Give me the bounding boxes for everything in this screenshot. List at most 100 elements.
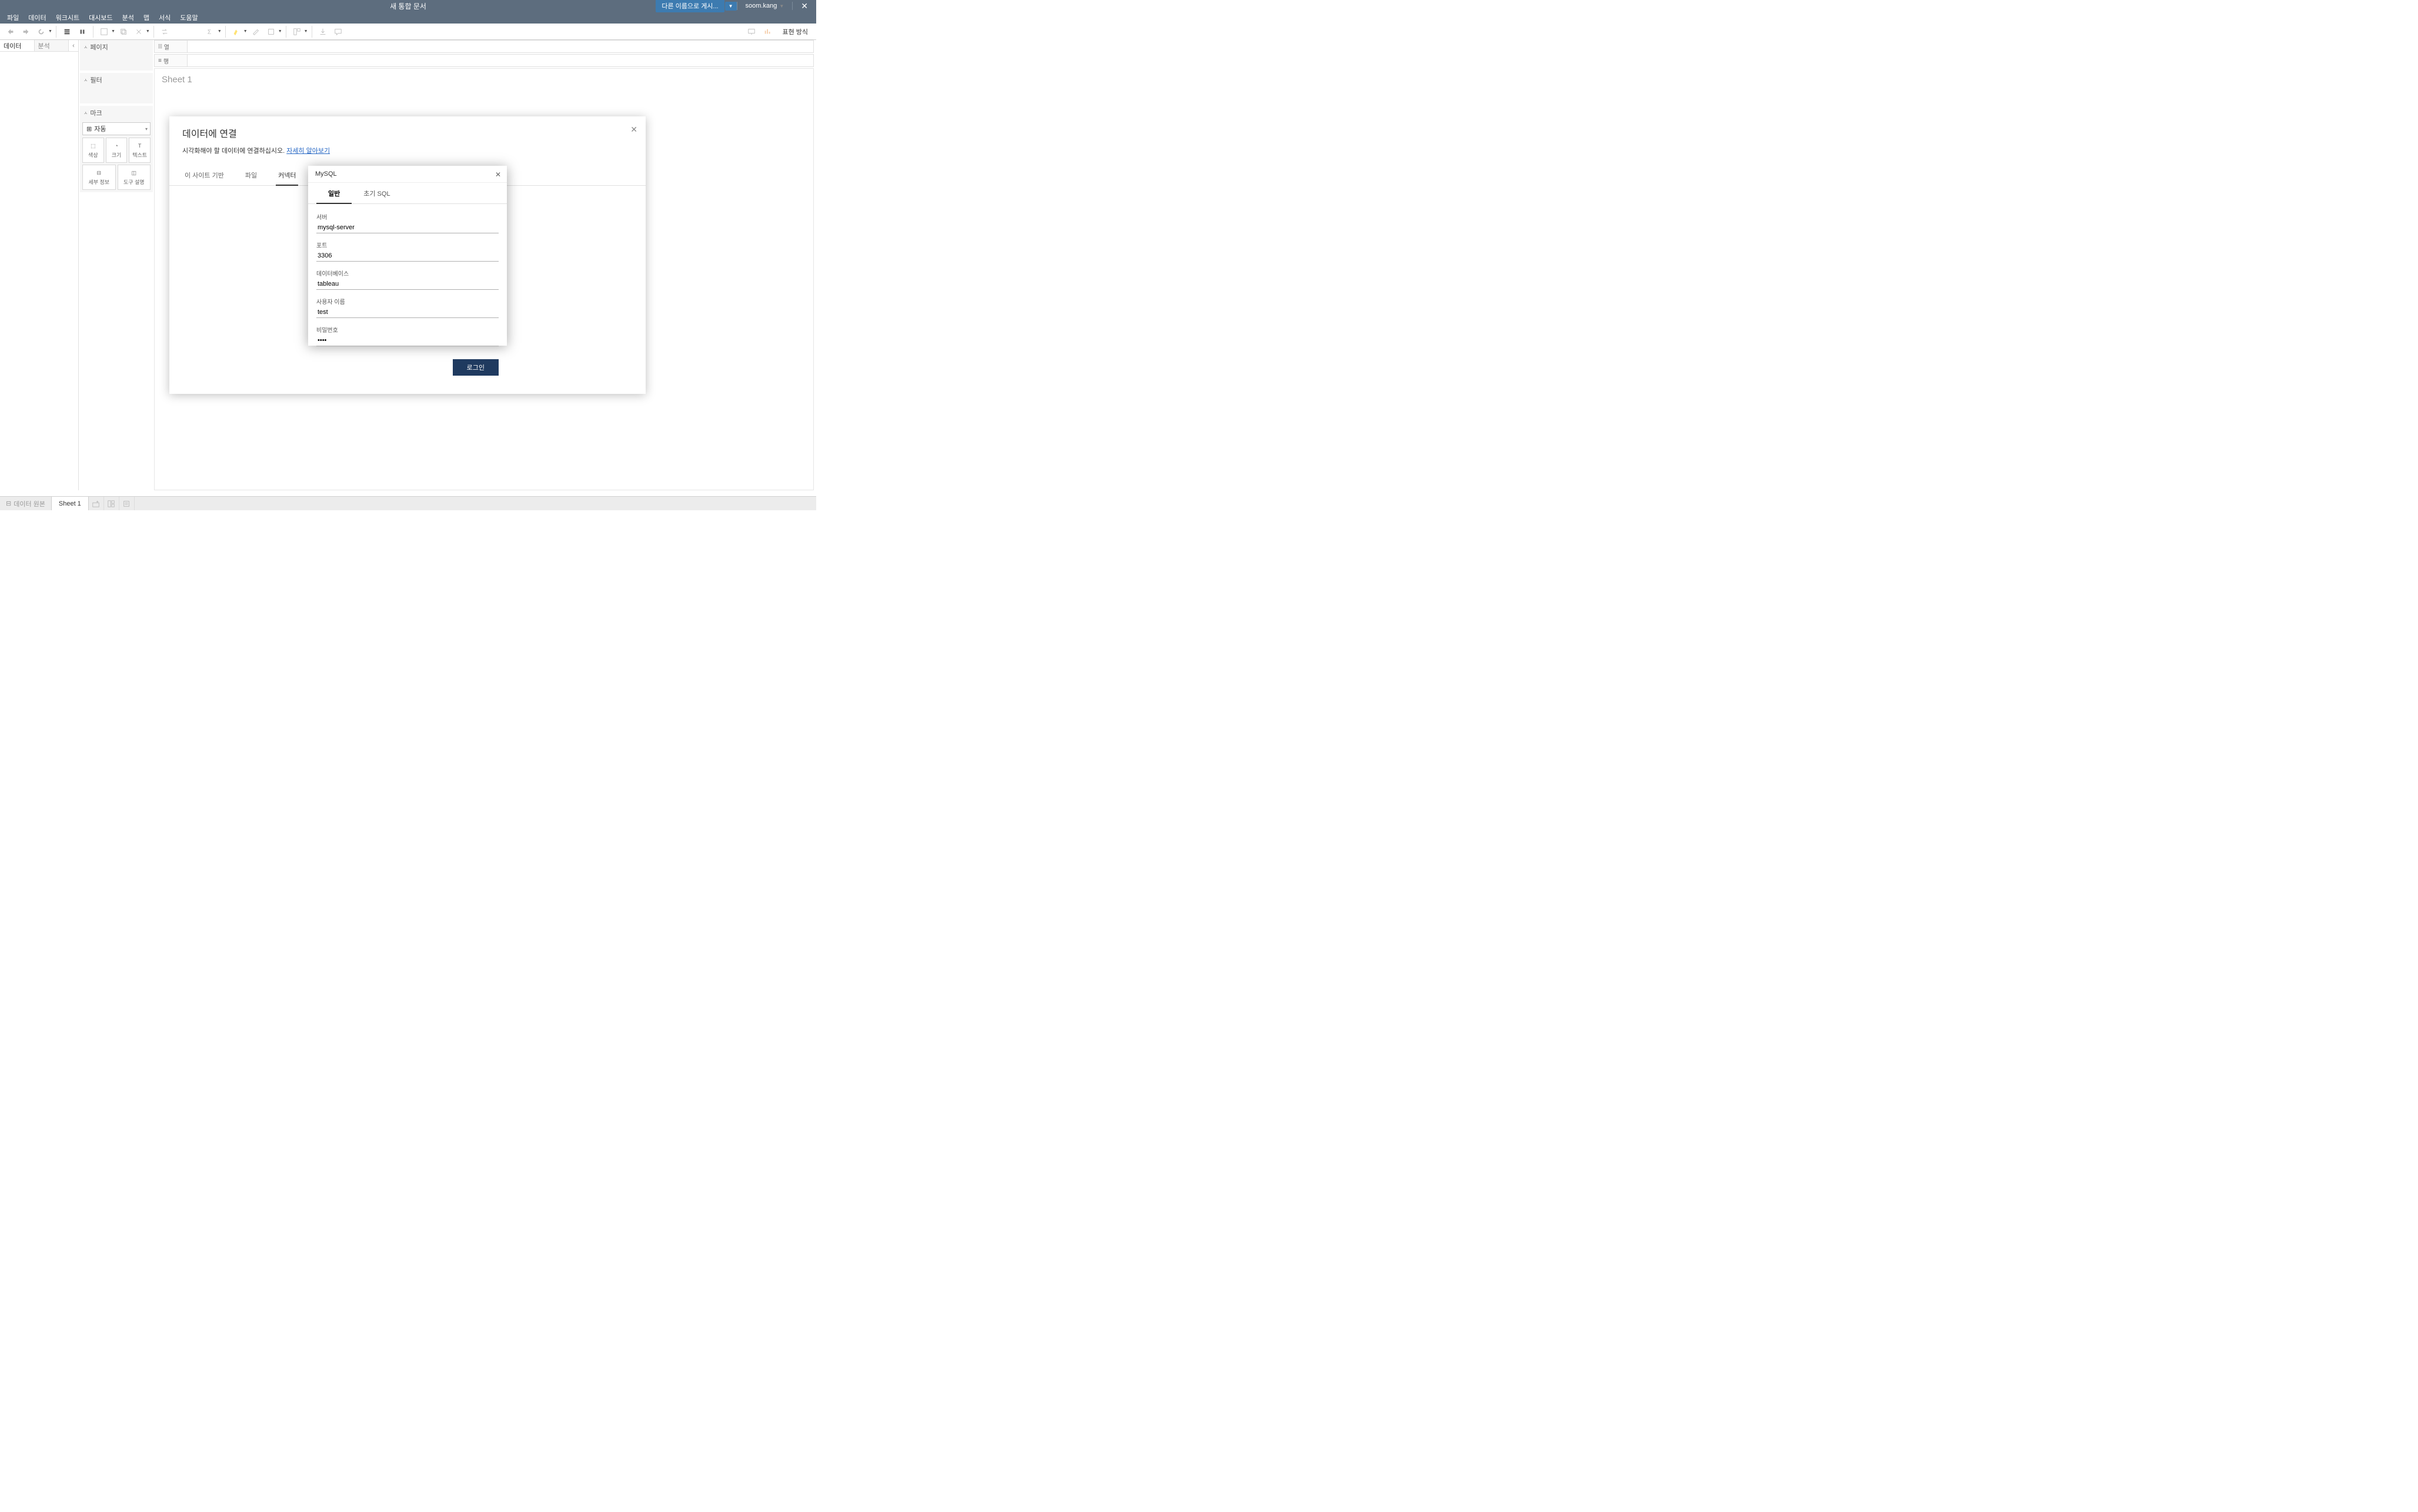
menu-analysis[interactable]: 분석 <box>118 11 139 25</box>
pages-card-header[interactable]: ㅅ페이지 <box>80 40 153 54</box>
dropdown-caret-icon[interactable]: ▼ <box>48 29 52 34</box>
sheet-tab-1[interactable]: Sheet 1 <box>52 497 89 510</box>
pause-updates-button[interactable] <box>75 25 89 39</box>
totals-button[interactable]: Σ <box>203 25 218 39</box>
username-input[interactable] <box>316 307 499 318</box>
tooltip-shelf[interactable]: ◫도구 설명 <box>118 165 151 190</box>
text-label: 텍스트 <box>132 152 147 158</box>
new-dashboard-tab-button[interactable] <box>104 497 119 510</box>
database-input[interactable] <box>316 279 499 290</box>
mark-type-selector[interactable]: ⊞ 자동 <box>82 122 151 135</box>
filters-label: 필터 <box>90 75 102 85</box>
marks-card-header[interactable]: ㅅ마크 <box>80 106 153 120</box>
bottom-tab-bar: ⊟ 데이터 원본 Sheet 1 <box>0 496 816 510</box>
workbook-title: 새 통합 문서 <box>390 1 426 11</box>
menu-data[interactable]: 데이터 <box>24 11 51 25</box>
shelves: ⦙⦙⦙열 ≡행 <box>154 40 814 68</box>
duplicate-button[interactable] <box>116 25 131 39</box>
mysql-tab-general[interactable]: 일반 <box>316 183 352 204</box>
show-me-icon[interactable] <box>761 25 775 39</box>
dropdown-caret-icon[interactable]: ▼ <box>304 29 308 34</box>
port-label: 포트 <box>316 240 499 249</box>
undo-button[interactable] <box>4 25 18 39</box>
mysql-tabs: 일반 초기 SQL <box>308 183 507 204</box>
tab-onsite[interactable]: 이 사이트 기반 <box>182 167 226 185</box>
filters-card: ㅅ필터 <box>80 73 153 103</box>
sidebar-tab-analytics[interactable]: 분석 <box>35 40 69 51</box>
dropdown-caret-icon[interactable]: ▼ <box>243 29 248 34</box>
show-cards-button[interactable] <box>290 25 304 39</box>
filters-card-header[interactable]: ㅅ필터 <box>80 73 153 87</box>
sheet-title: Sheet 1 <box>162 75 806 85</box>
columns-drop-area[interactable] <box>188 41 813 52</box>
dialog-close-button[interactable]: ✕ <box>630 125 637 135</box>
sort-asc-button[interactable] <box>173 25 187 39</box>
server-input[interactable] <box>316 222 499 233</box>
publish-as-button[interactable]: 다른 이름으로 게시... <box>656 0 724 12</box>
datasource-tab[interactable]: ⊟ 데이터 원본 <box>0 497 52 510</box>
close-button[interactable]: ✕ <box>793 1 816 11</box>
data-sidebar: 데이터 분석 ‹ <box>0 40 79 490</box>
menu-map[interactable]: 맵 <box>139 11 154 25</box>
swap-button[interactable] <box>158 25 172 39</box>
presentation-button[interactable] <box>744 25 759 39</box>
highlight-button[interactable] <box>229 25 243 39</box>
auto-icon: ⊞ <box>86 125 92 133</box>
chevron-icon: ㅅ <box>84 44 88 51</box>
login-button[interactable]: 로그인 <box>453 359 499 376</box>
dropdown-caret-icon[interactable]: ▼ <box>218 29 222 34</box>
menu-help[interactable]: 도움말 <box>175 11 202 25</box>
password-label: 비밀번호 <box>316 325 499 334</box>
comment-button[interactable] <box>331 25 345 39</box>
color-label: 색상 <box>88 152 98 158</box>
menu-file[interactable]: 파일 <box>2 11 24 25</box>
marks-card: ㅅ마크 ⊞ 자동 ⬚ 색상 ◔크기 T텍스트 ⊟세부 정보 ◫도구 설명 <box>80 106 153 192</box>
tab-file[interactable]: 파일 <box>243 167 259 185</box>
publish-dropdown-caret[interactable]: ▼ <box>725 2 737 11</box>
rows-label: ≡행 <box>155 55 188 66</box>
new-datasource-button[interactable] <box>60 25 74 39</box>
port-input[interactable] <box>316 250 499 262</box>
download-button[interactable] <box>316 25 330 39</box>
mysql-close-button[interactable]: ✕ <box>495 170 501 179</box>
menu-worksheet[interactable]: 워크시트 <box>51 11 84 25</box>
clear-button[interactable] <box>132 25 146 39</box>
dropdown-caret-icon[interactable]: ▼ <box>146 29 150 34</box>
user-menu[interactable]: soom.kang ▼ <box>737 2 793 9</box>
new-worksheet-tab-button[interactable] <box>89 497 104 510</box>
color-shelf[interactable]: ⬚ 색상 <box>82 138 104 163</box>
sort-desc-button[interactable] <box>188 25 202 39</box>
columns-shelf[interactable]: ⦙⦙⦙열 <box>154 40 814 53</box>
new-story-tab-button[interactable] <box>119 497 135 510</box>
format-button[interactable] <box>249 25 263 39</box>
separator <box>153 26 154 38</box>
rows-drop-area[interactable] <box>188 55 813 66</box>
dropdown-caret-icon[interactable]: ▼ <box>278 29 282 34</box>
rows-icon: ≡ <box>158 58 162 64</box>
marks-label: 마크 <box>90 108 102 118</box>
color-icon: ⬚ <box>84 142 102 150</box>
mysql-connection-modal: MySQL ✕ 일반 초기 SQL 서버 포트 데이터베이스 사용자 이름 비밀… <box>308 166 507 346</box>
menu-format[interactable]: 서식 <box>154 11 175 25</box>
text-shelf[interactable]: T텍스트 <box>129 138 151 163</box>
show-me-label[interactable]: 표현 방식 <box>777 27 813 36</box>
revert-button[interactable] <box>34 25 48 39</box>
fit-button[interactable] <box>264 25 278 39</box>
mysql-tab-initial-sql[interactable]: 초기 SQL <box>352 183 402 203</box>
toolbar: ▼ ▼ ▼ Σ ▼ ▼ ▼ ▼ 표현 방식 <box>0 24 816 40</box>
redo-button[interactable] <box>19 25 33 39</box>
size-shelf[interactable]: ◔크기 <box>106 138 128 163</box>
dropdown-caret-icon[interactable]: ▼ <box>111 29 115 34</box>
rows-shelf[interactable]: ≡행 <box>154 54 814 67</box>
username-label: 사용자 이름 <box>316 297 499 306</box>
tab-connector[interactable]: 커넥터 <box>276 167 298 186</box>
collapse-sidebar-button[interactable]: ‹ <box>69 40 78 51</box>
detail-shelf[interactable]: ⊟세부 정보 <box>82 165 116 190</box>
new-worksheet-button[interactable] <box>97 25 111 39</box>
header-bar: 새 통합 문서 다른 이름으로 게시... ▼ soom.kang ▼ ✕ <box>0 0 816 12</box>
menu-dashboard[interactable]: 대시보드 <box>84 11 117 25</box>
password-input[interactable] <box>316 335 499 346</box>
sidebar-tab-data[interactable]: 데이터 <box>0 40 35 51</box>
subtitle-text: 시각화해야 할 데이터에 연결하십시오. <box>182 148 286 155</box>
learn-more-link[interactable]: 자세히 알아보기 <box>286 148 330 155</box>
